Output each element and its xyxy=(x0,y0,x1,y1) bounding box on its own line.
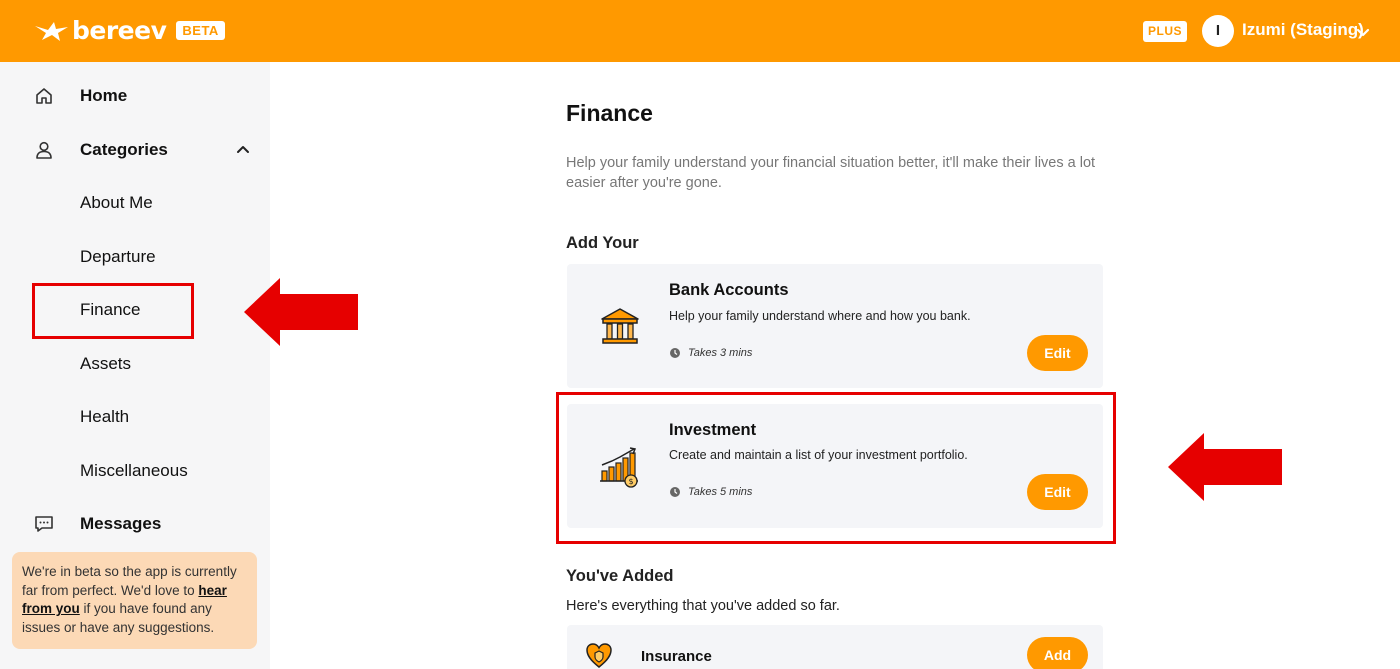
sidebar-item-label: Health xyxy=(80,407,130,426)
sidebar-item-about-me[interactable]: About Me xyxy=(0,183,270,223)
add-section-title: Add Your xyxy=(566,234,639,252)
red-arrow-left-icon xyxy=(1168,433,1282,501)
home-icon xyxy=(36,88,52,104)
avatar[interactable]: I xyxy=(1202,15,1234,47)
sidebar-item-label: Miscellaneous xyxy=(80,461,188,480)
sidebar-item-departure[interactable]: Departure xyxy=(0,237,270,277)
edit-bank-accounts-button[interactable]: Edit xyxy=(1027,335,1088,371)
bank-accounts-card[interactable]: Bank Accounts Help your family understan… xyxy=(567,264,1103,388)
sidebar-item-home[interactable]: Home xyxy=(0,76,270,116)
finance-highlight-box xyxy=(32,283,194,339)
beta-badge: BETA xyxy=(176,21,225,40)
investment-highlight-box xyxy=(556,392,1116,544)
clock-icon xyxy=(670,348,680,358)
card-title: Bank Accounts xyxy=(669,281,789,299)
added-section-title: You've Added xyxy=(566,567,674,585)
insurance-card[interactable]: Insurance Add xyxy=(567,625,1103,669)
bird-logo-icon xyxy=(35,21,68,41)
sidebar-item-miscellaneous[interactable]: Miscellaneous xyxy=(0,451,270,491)
sidebar-item-label: Home xyxy=(80,86,128,105)
sidebar-item-health[interactable]: Health xyxy=(0,397,270,437)
logo[interactable]: bereev BETA xyxy=(34,16,225,45)
chevron-down-icon[interactable] xyxy=(1355,24,1371,40)
red-arrow-left-icon xyxy=(244,278,358,346)
user-menu-name[interactable]: Izumi (Staging) xyxy=(1242,20,1364,40)
top-bar: bereev BETA PLUS I Izumi (Staging) xyxy=(0,0,1400,62)
card-time: Takes 3 mins xyxy=(669,347,752,359)
beta-feedback-note: We're in beta so the app is currently fa… xyxy=(12,552,257,649)
chat-icon xyxy=(35,516,53,532)
sidebar-item-label: Messages xyxy=(80,514,162,533)
card-description: Help your family understand where and ho… xyxy=(669,309,971,323)
page-title: Finance xyxy=(566,100,653,126)
sidebar-item-assets[interactable]: Assets xyxy=(0,344,270,384)
bank-icon xyxy=(601,308,639,344)
sidebar-item-categories[interactable]: Categories xyxy=(0,130,270,170)
card-title: Insurance xyxy=(641,648,712,665)
chevron-up-icon[interactable] xyxy=(235,142,251,158)
sidebar: Home Categories About Me Departure Finan… xyxy=(0,62,270,669)
logo-text: bereev xyxy=(72,16,167,45)
sidebar-item-label: Categories xyxy=(80,140,168,159)
person-icon xyxy=(36,141,52,159)
insurance-shield-icon xyxy=(586,643,612,668)
page-description: Help your family understand your financi… xyxy=(566,155,1096,191)
added-section-subtitle: Here's everything that you've added so f… xyxy=(566,598,840,614)
plus-badge[interactable]: PLUS xyxy=(1143,21,1187,42)
sidebar-item-messages[interactable]: Messages xyxy=(0,504,270,544)
sidebar-item-label: About Me xyxy=(80,193,153,212)
add-insurance-button[interactable]: Add xyxy=(1027,637,1088,669)
sidebar-item-label: Departure xyxy=(80,247,156,266)
sidebar-item-label: Assets xyxy=(80,354,132,373)
card-time-label: Takes 3 mins xyxy=(688,347,753,359)
